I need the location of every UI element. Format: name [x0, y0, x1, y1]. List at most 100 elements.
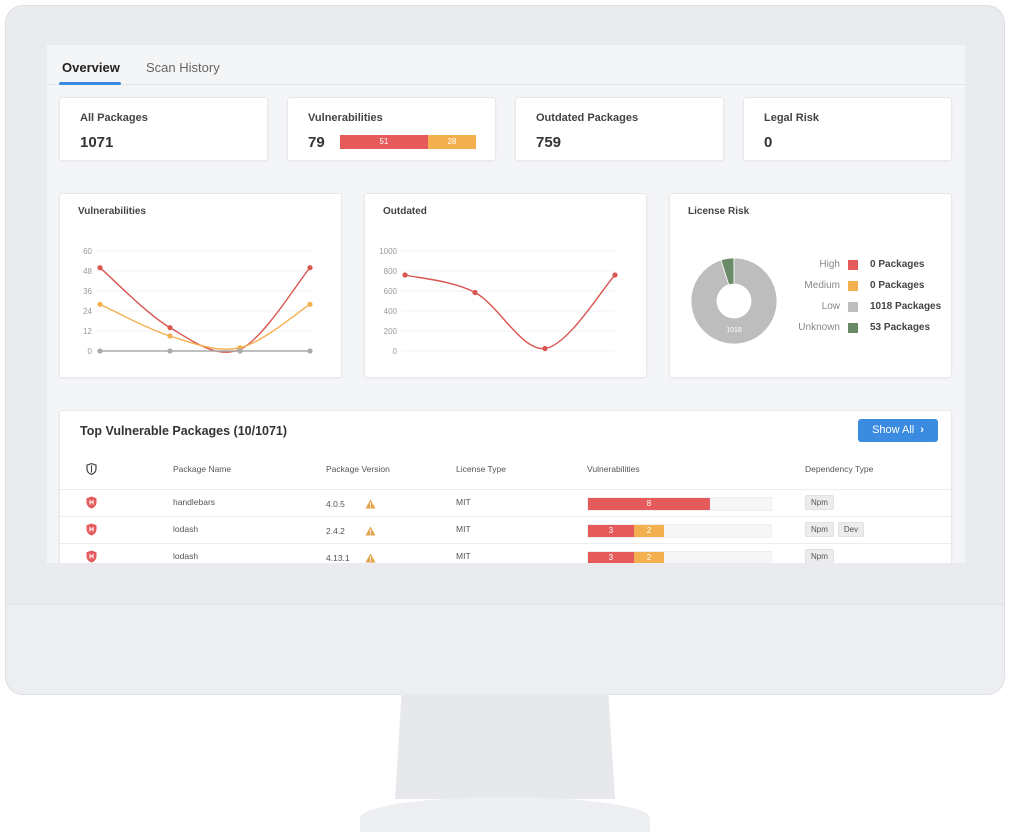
- dashboard-screen: Overview Scan History All Packages 1071 …: [47, 45, 965, 563]
- tab-overview[interactable]: Overview: [62, 60, 120, 75]
- y-tick-label: 400: [384, 307, 398, 316]
- legend-label: Low: [821, 301, 840, 312]
- legend-swatch: [848, 302, 858, 312]
- legend-item-unknown: Unknown 53 Packages: [680, 322, 950, 336]
- outdated-chart-card: Outdated 0 200 400 600 800 1000: [364, 193, 647, 378]
- medium-severity-segment: 2: [633, 525, 665, 537]
- stat-card-legal-risk: Legal Risk 0: [743, 97, 952, 161]
- license-type: MIT: [456, 524, 471, 534]
- table-row[interactable]: handlebars 4.0.5 MIT 8 Npm: [60, 489, 952, 516]
- stat-value: 79: [308, 134, 325, 151]
- y-tick-label: 12: [83, 327, 92, 336]
- vulnerable-shield-icon: [86, 523, 97, 536]
- top-vulnerable-packages-card: Top Vulnerable Packages (10/1071) Show A…: [59, 410, 952, 563]
- package-name[interactable]: lodash: [173, 524, 198, 534]
- chevron-right-icon: ›: [920, 424, 924, 436]
- data-point: [307, 348, 313, 354]
- y-tick-label: 0: [88, 347, 93, 356]
- legend-item-low: Low 1018 Packages: [680, 301, 950, 315]
- y-tick-label: 800: [384, 267, 398, 276]
- column-header-package-version: Package Version: [326, 464, 390, 474]
- tab-scan-history[interactable]: Scan History: [146, 60, 220, 75]
- data-point: [237, 348, 243, 354]
- stat-label: Vulnerabilities: [308, 112, 383, 124]
- warning-icon: [365, 496, 376, 509]
- legend-swatch: [848, 281, 858, 291]
- tab-bar: Overview Scan History: [47, 45, 965, 85]
- legend-item-medium: Medium 0 Packages: [680, 280, 950, 294]
- dependency-tag: Dev: [837, 522, 865, 537]
- legend-swatch: [848, 260, 858, 270]
- package-name[interactable]: handlebars: [173, 497, 215, 507]
- monitor-chin: [6, 604, 1004, 694]
- legend-value: 0 Packages: [870, 259, 925, 270]
- medium-severity-segment: 28: [427, 135, 476, 149]
- vulnerabilities-chart-card: Vulnerabilities 0 12 24 36 48 60: [59, 193, 342, 378]
- high-severity-segment: 3: [588, 525, 634, 537]
- outdated-line-chart: 0 200 400 600 800 1000: [379, 247, 618, 356]
- column-header-package-name: Package Name: [173, 464, 232, 474]
- stat-label: All Packages: [80, 112, 148, 124]
- monitor-stand-base: [360, 797, 650, 832]
- dependency-tag: Npm: [805, 522, 834, 537]
- data-point: [307, 265, 313, 271]
- data-point: [167, 348, 173, 354]
- table-row[interactable]: lodash 4.13.1 MIT 3 2 Npm: [60, 543, 952, 563]
- table-title: Top Vulnerable Packages (10/1071): [80, 424, 288, 438]
- series-line: [404, 274, 616, 350]
- y-tick-label: 0: [393, 347, 398, 356]
- table-row[interactable]: lodash 2.4.2 MIT 3 2 Npm Dev: [60, 516, 952, 543]
- license-type: MIT: [456, 551, 471, 561]
- data-point: [97, 265, 103, 271]
- y-tick-label: 1000: [379, 247, 397, 256]
- series-line: [99, 267, 311, 353]
- column-header-dependency-type: Dependency Type: [805, 464, 874, 474]
- high-severity-segment: 8: [588, 498, 710, 510]
- vulnerability-bar: 8: [587, 497, 772, 511]
- vulnerability-severity-bar: 51 28: [340, 135, 476, 149]
- y-tick-label: 36: [83, 287, 92, 296]
- data-point: [97, 301, 103, 307]
- license-type: MIT: [456, 497, 471, 507]
- stat-card-outdated-packages: Outdated Packages 759: [515, 97, 724, 161]
- stat-value: 0: [764, 134, 773, 151]
- y-tick-label: 600: [384, 287, 398, 296]
- data-point: [472, 289, 478, 296]
- data-point: [97, 348, 103, 354]
- data-point: [402, 272, 408, 278]
- legend-value: 0 Packages: [870, 280, 925, 291]
- legend-item-high: High 0 Packages: [680, 259, 950, 273]
- stat-value: 759: [536, 134, 562, 151]
- stat-label: Outdated Packages: [536, 112, 639, 124]
- dependency-tag: Npm: [805, 495, 834, 510]
- high-severity-segment: 3: [588, 552, 634, 563]
- data-point: [167, 333, 173, 339]
- package-name[interactable]: lodash: [173, 551, 198, 561]
- legend-label: High: [819, 259, 840, 270]
- legend-swatch: [848, 323, 858, 333]
- high-severity-segment: 51: [340, 135, 428, 149]
- legend-value: 1018 Packages: [870, 301, 942, 312]
- license-risk-card: License Risk 1018 High 0 Packages Medium…: [669, 193, 952, 378]
- show-all-button[interactable]: Show All ›: [858, 419, 938, 442]
- medium-severity-segment: 2: [633, 552, 665, 563]
- shield-header-icon: [86, 463, 97, 475]
- vulnerabilities-line-chart: 0 12 24 36 48 60: [83, 247, 313, 356]
- vulnerability-bar: 32: [587, 524, 772, 538]
- warning-icon: [365, 550, 376, 563]
- stat-value: 1071: [80, 134, 114, 151]
- y-tick-label: 60: [83, 247, 92, 256]
- vulnerable-shield-icon: [86, 496, 97, 509]
- data-point: [167, 325, 173, 331]
- column-header-vulnerabilities: Vulnerabilities: [587, 464, 640, 474]
- legend-label: Unknown: [798, 322, 840, 333]
- show-all-label: Show All: [872, 424, 915, 436]
- legend-value: 53 Packages: [870, 322, 931, 333]
- dependency-tag: Npm: [805, 549, 834, 563]
- package-version: 4.0.5: [326, 499, 345, 509]
- data-point: [612, 272, 618, 278]
- column-header-license-type: License Type: [456, 464, 506, 474]
- data-point: [542, 345, 548, 352]
- legend-label: Medium: [804, 280, 840, 291]
- dependency-type-cell: Npm: [805, 495, 838, 510]
